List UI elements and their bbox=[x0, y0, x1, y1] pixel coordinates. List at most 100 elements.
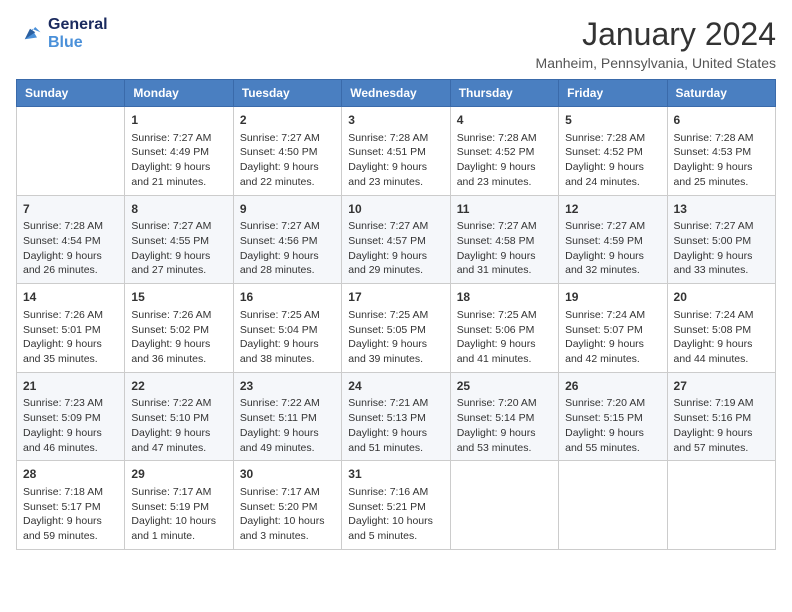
col-header-friday: Friday bbox=[559, 80, 667, 107]
calendar-cell: 19Sunrise: 7:24 AMSunset: 5:07 PMDayligh… bbox=[559, 284, 667, 373]
sunset-text: Sunset: 5:21 PM bbox=[348, 500, 443, 515]
day-number: 5 bbox=[565, 112, 660, 129]
logo-text: General Blue bbox=[48, 16, 108, 51]
sunset-text: Sunset: 5:19 PM bbox=[131, 500, 226, 515]
day-number: 8 bbox=[131, 201, 226, 218]
sunrise-text: Sunrise: 7:16 AM bbox=[348, 485, 443, 500]
calendar-cell: 26Sunrise: 7:20 AMSunset: 5:15 PMDayligh… bbox=[559, 372, 667, 461]
sunrise-text: Sunrise: 7:19 AM bbox=[674, 396, 769, 411]
daylight-text: Daylight: 9 hours and 32 minutes. bbox=[565, 249, 660, 278]
calendar-cell: 6Sunrise: 7:28 AMSunset: 4:53 PMDaylight… bbox=[667, 107, 775, 196]
calendar-cell: 22Sunrise: 7:22 AMSunset: 5:10 PMDayligh… bbox=[125, 372, 233, 461]
calendar-cell: 11Sunrise: 7:27 AMSunset: 4:58 PMDayligh… bbox=[450, 195, 558, 284]
sunrise-text: Sunrise: 7:22 AM bbox=[131, 396, 226, 411]
calendar-cell: 25Sunrise: 7:20 AMSunset: 5:14 PMDayligh… bbox=[450, 372, 558, 461]
sunrise-text: Sunrise: 7:28 AM bbox=[348, 131, 443, 146]
sunset-text: Sunset: 5:11 PM bbox=[240, 411, 335, 426]
day-number: 18 bbox=[457, 289, 552, 306]
sunset-text: Sunset: 5:07 PM bbox=[565, 323, 660, 338]
calendar-cell bbox=[17, 107, 125, 196]
daylight-text: Daylight: 9 hours and 25 minutes. bbox=[674, 160, 769, 189]
col-header-thursday: Thursday bbox=[450, 80, 558, 107]
calendar-cell: 30Sunrise: 7:17 AMSunset: 5:20 PMDayligh… bbox=[233, 461, 341, 550]
sunset-text: Sunset: 4:51 PM bbox=[348, 145, 443, 160]
day-number: 2 bbox=[240, 112, 335, 129]
sunrise-text: Sunrise: 7:27 AM bbox=[348, 219, 443, 234]
day-number: 24 bbox=[348, 378, 443, 395]
calendar-cell: 1Sunrise: 7:27 AMSunset: 4:49 PMDaylight… bbox=[125, 107, 233, 196]
day-number: 14 bbox=[23, 289, 118, 306]
sunrise-text: Sunrise: 7:24 AM bbox=[565, 308, 660, 323]
title-area: January 2024 Manheim, Pennsylvania, Unit… bbox=[536, 16, 776, 71]
daylight-text: Daylight: 9 hours and 29 minutes. bbox=[348, 249, 443, 278]
sunset-text: Sunset: 5:13 PM bbox=[348, 411, 443, 426]
sunset-text: Sunset: 5:16 PM bbox=[674, 411, 769, 426]
daylight-text: Daylight: 9 hours and 57 minutes. bbox=[674, 426, 769, 455]
daylight-text: Daylight: 9 hours and 42 minutes. bbox=[565, 337, 660, 366]
sunrise-text: Sunrise: 7:17 AM bbox=[131, 485, 226, 500]
sunset-text: Sunset: 4:56 PM bbox=[240, 234, 335, 249]
sunset-text: Sunset: 4:57 PM bbox=[348, 234, 443, 249]
calendar-cell bbox=[559, 461, 667, 550]
sunset-text: Sunset: 5:04 PM bbox=[240, 323, 335, 338]
sunset-text: Sunset: 5:02 PM bbox=[131, 323, 226, 338]
calendar-cell: 5Sunrise: 7:28 AMSunset: 4:52 PMDaylight… bbox=[559, 107, 667, 196]
sunrise-text: Sunrise: 7:28 AM bbox=[457, 131, 552, 146]
day-number: 10 bbox=[348, 201, 443, 218]
calendar-cell: 4Sunrise: 7:28 AMSunset: 4:52 PMDaylight… bbox=[450, 107, 558, 196]
daylight-text: Daylight: 9 hours and 31 minutes. bbox=[457, 249, 552, 278]
sunset-text: Sunset: 4:49 PM bbox=[131, 145, 226, 160]
calendar-cell: 27Sunrise: 7:19 AMSunset: 5:16 PMDayligh… bbox=[667, 372, 775, 461]
daylight-text: Daylight: 9 hours and 44 minutes. bbox=[674, 337, 769, 366]
calendar-week-row: 14Sunrise: 7:26 AMSunset: 5:01 PMDayligh… bbox=[17, 284, 776, 373]
calendar-cell: 28Sunrise: 7:18 AMSunset: 5:17 PMDayligh… bbox=[17, 461, 125, 550]
calendar-cell: 2Sunrise: 7:27 AMSunset: 4:50 PMDaylight… bbox=[233, 107, 341, 196]
calendar-cell: 3Sunrise: 7:28 AMSunset: 4:51 PMDaylight… bbox=[342, 107, 450, 196]
day-number: 13 bbox=[674, 201, 769, 218]
calendar-cell: 23Sunrise: 7:22 AMSunset: 5:11 PMDayligh… bbox=[233, 372, 341, 461]
day-number: 27 bbox=[674, 378, 769, 395]
calendar-cell: 21Sunrise: 7:23 AMSunset: 5:09 PMDayligh… bbox=[17, 372, 125, 461]
calendar-cell: 10Sunrise: 7:27 AMSunset: 4:57 PMDayligh… bbox=[342, 195, 450, 284]
day-number: 7 bbox=[23, 201, 118, 218]
daylight-text: Daylight: 9 hours and 55 minutes. bbox=[565, 426, 660, 455]
calendar-cell bbox=[450, 461, 558, 550]
calendar-cell: 15Sunrise: 7:26 AMSunset: 5:02 PMDayligh… bbox=[125, 284, 233, 373]
sunset-text: Sunset: 4:50 PM bbox=[240, 145, 335, 160]
sunset-text: Sunset: 4:54 PM bbox=[23, 234, 118, 249]
daylight-text: Daylight: 9 hours and 23 minutes. bbox=[348, 160, 443, 189]
sunrise-text: Sunrise: 7:25 AM bbox=[457, 308, 552, 323]
sunrise-text: Sunrise: 7:27 AM bbox=[240, 131, 335, 146]
calendar-cell: 18Sunrise: 7:25 AMSunset: 5:06 PMDayligh… bbox=[450, 284, 558, 373]
day-number: 30 bbox=[240, 466, 335, 483]
day-number: 6 bbox=[674, 112, 769, 129]
sunset-text: Sunset: 5:10 PM bbox=[131, 411, 226, 426]
col-header-tuesday: Tuesday bbox=[233, 80, 341, 107]
sunrise-text: Sunrise: 7:26 AM bbox=[23, 308, 118, 323]
daylight-text: Daylight: 9 hours and 36 minutes. bbox=[131, 337, 226, 366]
location-title: Manheim, Pennsylvania, United States bbox=[536, 55, 776, 71]
daylight-text: Daylight: 9 hours and 21 minutes. bbox=[131, 160, 226, 189]
sunrise-text: Sunrise: 7:27 AM bbox=[131, 131, 226, 146]
calendar-cell: 8Sunrise: 7:27 AMSunset: 4:55 PMDaylight… bbox=[125, 195, 233, 284]
sunrise-text: Sunrise: 7:27 AM bbox=[565, 219, 660, 234]
calendar-cell: 24Sunrise: 7:21 AMSunset: 5:13 PMDayligh… bbox=[342, 372, 450, 461]
day-number: 26 bbox=[565, 378, 660, 395]
day-number: 25 bbox=[457, 378, 552, 395]
sunrise-text: Sunrise: 7:20 AM bbox=[457, 396, 552, 411]
sunrise-text: Sunrise: 7:27 AM bbox=[457, 219, 552, 234]
daylight-text: Daylight: 9 hours and 49 minutes. bbox=[240, 426, 335, 455]
daylight-text: Daylight: 9 hours and 38 minutes. bbox=[240, 337, 335, 366]
sunset-text: Sunset: 5:08 PM bbox=[674, 323, 769, 338]
sunrise-text: Sunrise: 7:28 AM bbox=[674, 131, 769, 146]
day-number: 28 bbox=[23, 466, 118, 483]
day-number: 23 bbox=[240, 378, 335, 395]
calendar-cell: 31Sunrise: 7:16 AMSunset: 5:21 PMDayligh… bbox=[342, 461, 450, 550]
daylight-text: Daylight: 9 hours and 53 minutes. bbox=[457, 426, 552, 455]
day-number: 16 bbox=[240, 289, 335, 306]
sunrise-text: Sunrise: 7:25 AM bbox=[348, 308, 443, 323]
calendar-week-row: 1Sunrise: 7:27 AMSunset: 4:49 PMDaylight… bbox=[17, 107, 776, 196]
sunset-text: Sunset: 5:14 PM bbox=[457, 411, 552, 426]
daylight-text: Daylight: 9 hours and 59 minutes. bbox=[23, 514, 118, 543]
day-number: 17 bbox=[348, 289, 443, 306]
